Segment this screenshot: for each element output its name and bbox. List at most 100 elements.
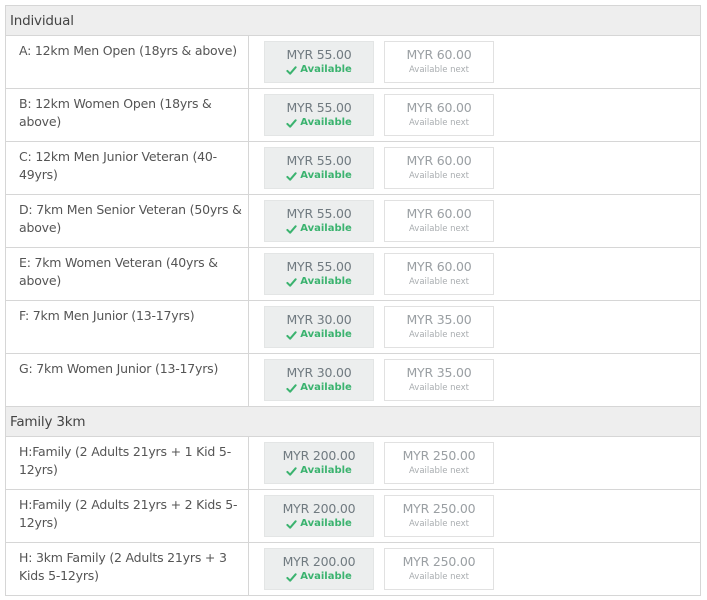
current-status: Available — [265, 169, 373, 183]
next-price: MYR 250.00 — [402, 448, 476, 463]
category-label: H: 3km Family (2 Adults 21yrs + 3 Kids 5… — [6, 543, 249, 595]
current-status-label: Available — [300, 571, 352, 582]
next-status-label: Available next — [408, 466, 469, 476]
current-status: Available — [265, 328, 373, 342]
current-status-label: Available — [300, 223, 352, 234]
next-price: MYR 35.00 — [406, 312, 472, 327]
current-price: MYR 55.00 — [286, 100, 352, 115]
category-label: A: 12km Men Open (18yrs & above) — [6, 36, 249, 88]
check-icon — [286, 572, 297, 583]
check-icon — [286, 383, 297, 394]
price-group: MYR 30.00 Available MYR 35.00 Available … — [249, 354, 494, 406]
category-label: E: 7km Women Veteran (40yrs & above) — [6, 248, 249, 300]
current-price: MYR 200.00 — [282, 501, 356, 516]
price-group: MYR 55.00 Available MYR 60.00 Available … — [249, 248, 494, 300]
price-group: MYR 55.00 Available MYR 60.00 Available … — [249, 195, 494, 247]
current-status: Available — [265, 381, 373, 395]
next-price-option: MYR 35.00 Available next — [384, 359, 494, 401]
current-price-option[interactable]: MYR 55.00 Available — [264, 94, 374, 136]
next-price-option: MYR 60.00 Available next — [384, 41, 494, 83]
category-label: D: 7km Men Senior Veteran (50yrs & above… — [6, 195, 249, 247]
current-status-label: Available — [300, 170, 352, 181]
next-price-option: MYR 35.00 Available next — [384, 306, 494, 348]
category-row: D: 7km Men Senior Veteran (50yrs & above… — [6, 195, 700, 248]
category-row: B: 12km Women Open (18yrs & above) MYR 5… — [6, 89, 700, 142]
current-price-option[interactable]: MYR 30.00 Available — [264, 306, 374, 348]
check-icon — [286, 466, 297, 477]
next-status-label: Available next — [408, 383, 469, 393]
category-row: H:Family (2 Adults 21yrs + 1 Kid 5-12yrs… — [6, 437, 700, 490]
next-price: MYR 60.00 — [406, 259, 472, 274]
category-row: H:Family (2 Adults 21yrs + 2 Kids 5-12yr… — [6, 490, 700, 543]
price-group: MYR 55.00 Available MYR 60.00 Available … — [249, 142, 494, 194]
current-status: Available — [265, 517, 373, 531]
current-price-option[interactable]: MYR 200.00 Available — [264, 442, 374, 484]
current-status: Available — [265, 116, 373, 130]
category-label: H:Family (2 Adults 21yrs + 2 Kids 5-12yr… — [6, 490, 249, 542]
next-price-option: MYR 250.00 Available next — [384, 548, 494, 590]
next-status-label: Available next — [408, 277, 469, 287]
section-header: Family 3km — [6, 407, 700, 437]
current-price-option[interactable]: MYR 200.00 Available — [264, 548, 374, 590]
current-price-option[interactable]: MYR 30.00 Available — [264, 359, 374, 401]
next-price-option: MYR 250.00 Available next — [384, 495, 494, 537]
next-status-label: Available next — [408, 519, 469, 529]
next-status-label: Available next — [408, 330, 469, 340]
category-row: F: 7km Men Junior (13-17yrs) MYR 30.00 A… — [6, 301, 700, 354]
current-status-label: Available — [300, 465, 352, 476]
current-price-option[interactable]: MYR 200.00 Available — [264, 495, 374, 537]
current-price-option[interactable]: MYR 55.00 Available — [264, 200, 374, 242]
next-price-option: MYR 250.00 Available next — [384, 442, 494, 484]
next-status-label: Available next — [408, 65, 469, 75]
next-price: MYR 60.00 — [406, 153, 472, 168]
category-label: F: 7km Men Junior (13-17yrs) — [6, 301, 249, 353]
category-label: H:Family (2 Adults 21yrs + 1 Kid 5-12yrs… — [6, 437, 249, 489]
current-status-label: Available — [300, 64, 352, 75]
check-icon — [286, 65, 297, 76]
category-row: E: 7km Women Veteran (40yrs & above) MYR… — [6, 248, 700, 301]
check-icon — [286, 118, 297, 129]
current-price: MYR 30.00 — [286, 365, 352, 380]
price-group: MYR 55.00 Available MYR 60.00 Available … — [249, 36, 494, 88]
price-group: MYR 55.00 Available MYR 60.00 Available … — [249, 89, 494, 141]
current-price: MYR 55.00 — [286, 153, 352, 168]
check-icon — [286, 277, 297, 288]
current-status-label: Available — [300, 276, 352, 287]
current-price: MYR 55.00 — [286, 206, 352, 221]
current-price-option[interactable]: MYR 55.00 Available — [264, 41, 374, 83]
next-status-label: Available next — [408, 118, 469, 128]
next-status-label: Available next — [408, 224, 469, 234]
next-price-option: MYR 60.00 Available next — [384, 147, 494, 189]
category-row: C: 12km Men Junior Veteran (40-49yrs) MY… — [6, 142, 700, 195]
current-price: MYR 55.00 — [286, 259, 352, 274]
price-group: MYR 30.00 Available MYR 35.00 Available … — [249, 301, 494, 353]
current-status: Available — [265, 222, 373, 236]
section-header: Individual — [6, 6, 700, 36]
next-price: MYR 60.00 — [406, 100, 472, 115]
current-price: MYR 200.00 — [282, 554, 356, 569]
current-status: Available — [265, 464, 373, 478]
check-icon — [286, 224, 297, 235]
current-status-label: Available — [300, 518, 352, 529]
price-group: MYR 200.00 Available MYR 250.00 Availabl… — [249, 543, 494, 595]
category-row: H: 3km Family (2 Adults 21yrs + 3 Kids 5… — [6, 543, 700, 596]
current-price-option[interactable]: MYR 55.00 Available — [264, 253, 374, 295]
current-price: MYR 30.00 — [286, 312, 352, 327]
current-price: MYR 200.00 — [282, 448, 356, 463]
check-icon — [286, 330, 297, 341]
current-status-label: Available — [300, 117, 352, 128]
current-price-option[interactable]: MYR 55.00 Available — [264, 147, 374, 189]
next-price: MYR 35.00 — [406, 365, 472, 380]
category-row: G: 7km Women Junior (13-17yrs) MYR 30.00… — [6, 354, 700, 407]
category-label: B: 12km Women Open (18yrs & above) — [6, 89, 249, 141]
next-status-label: Available next — [408, 171, 469, 181]
current-status-label: Available — [300, 329, 352, 340]
category-label: G: 7km Women Junior (13-17yrs) — [6, 354, 249, 406]
current-status: Available — [265, 570, 373, 584]
next-price: MYR 60.00 — [406, 47, 472, 62]
check-icon — [286, 171, 297, 182]
current-price: MYR 55.00 — [286, 47, 352, 62]
current-status: Available — [265, 63, 373, 77]
check-icon — [286, 519, 297, 530]
next-price-option: MYR 60.00 Available next — [384, 200, 494, 242]
